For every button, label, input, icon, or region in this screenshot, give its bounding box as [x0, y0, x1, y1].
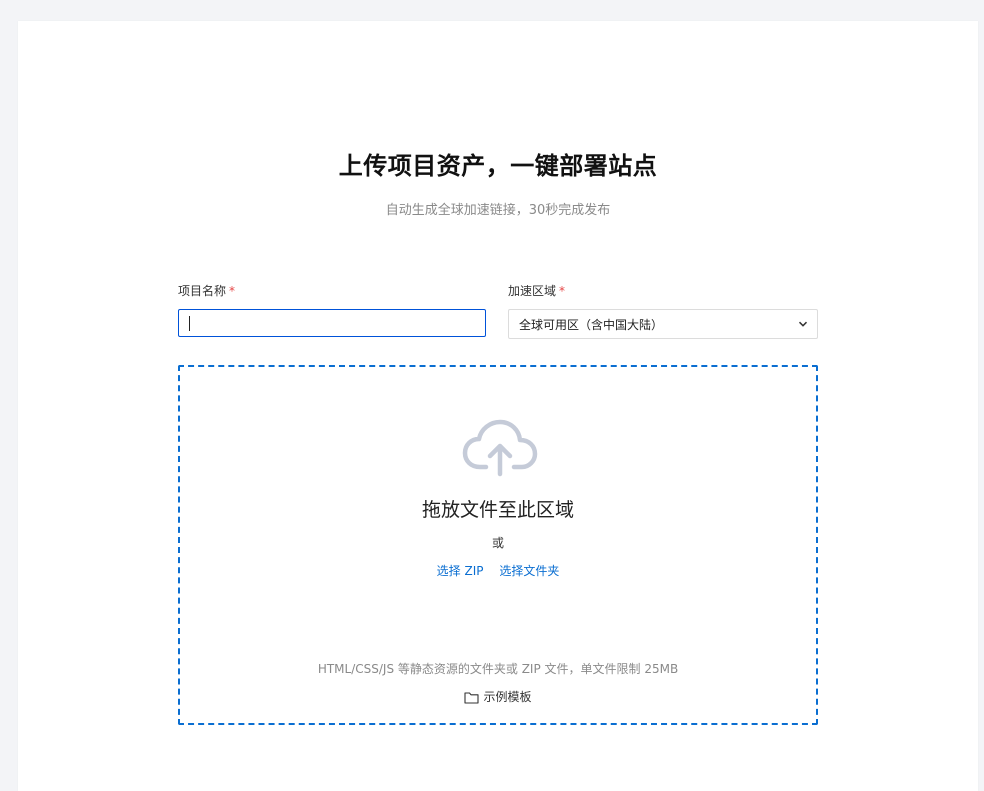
- example-template-link[interactable]: 示例模板: [180, 688, 816, 705]
- region-label: 加速区域 *: [508, 282, 565, 299]
- region-select[interactable]: 全球可用区（含中国大陆）: [508, 309, 818, 339]
- select-folder-link[interactable]: 选择文件夹: [499, 564, 559, 578]
- upload-hint: HTML/CSS/JS 等静态资源的文件夹或 ZIP 文件，单文件限制 25MB: [317, 662, 679, 676]
- project-name-label-text: 项目名称: [178, 284, 227, 298]
- text-caret: [189, 316, 190, 331]
- region-selected-value: 全球可用区（含中国大陆）: [519, 318, 664, 332]
- select-zip-link[interactable]: 选择 ZIP: [437, 564, 484, 578]
- cloud-upload-icon: [462, 419, 538, 477]
- chevron-down-icon: [798, 321, 808, 327]
- upload-dropzone[interactable]: 拖放文件至此区域 或 选择 ZIP 选择文件夹 HTML/CSS/JS 等静态资…: [178, 365, 818, 725]
- example-template-label: 示例模板: [483, 690, 532, 704]
- required-mark: *: [559, 284, 566, 298]
- project-name-input[interactable]: [178, 309, 486, 337]
- page-subtitle: 自动生成全球加速链接，30秒完成发布: [385, 203, 611, 218]
- upload-links: 选择 ZIP 选择文件夹: [180, 562, 816, 579]
- deploy-card: 上传项目资产，一键部署站点 自动生成全球加速链接，30秒完成发布 项目名称 * 加…: [18, 21, 978, 791]
- dropzone-title: 拖放文件至此区域: [421, 499, 574, 521]
- required-mark: *: [229, 284, 236, 298]
- region-label-text: 加速区域: [508, 284, 557, 298]
- or-separator: 或: [491, 536, 504, 550]
- project-name-label: 项目名称 *: [178, 282, 235, 299]
- page-title: 上传项目资产，一键部署站点: [338, 152, 658, 180]
- folder-icon: [464, 692, 480, 704]
